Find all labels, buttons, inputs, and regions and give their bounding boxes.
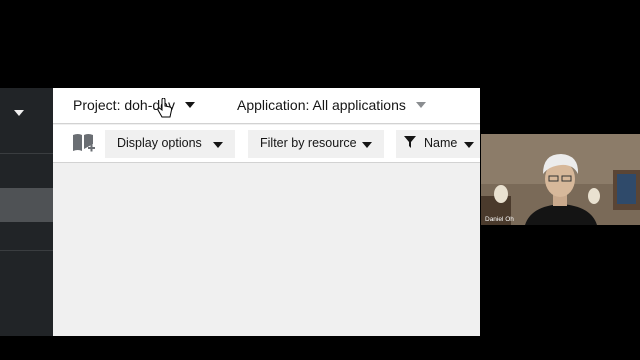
caret-down-icon	[184, 102, 195, 109]
participant-name: Daniel Oh	[485, 216, 514, 223]
caret-down-icon	[464, 142, 474, 148]
project-selector[interactable]: Project: doh-dev	[73, 97, 195, 113]
filter-icon	[404, 136, 416, 149]
context-bar: Project: doh-dev Application: All applic…	[53, 88, 480, 124]
perspective-switcher-caret-icon[interactable]	[14, 110, 24, 116]
name-filter-dropdown[interactable]: Name	[396, 130, 480, 158]
caret-down-icon	[213, 142, 223, 148]
nav-divider	[0, 153, 53, 154]
nav-item-selected[interactable]	[0, 188, 53, 222]
hand-cursor-icon	[157, 98, 173, 118]
display-options-dropdown[interactable]: Display options	[105, 130, 235, 158]
topology-toolbar: Display options Filter by resource Name	[53, 125, 480, 163]
application-selector-label: Application: All applications	[237, 97, 406, 113]
webcam-tile: Daniel Oh	[481, 134, 640, 225]
caret-down-icon	[415, 102, 426, 109]
name-filter-label: Name	[424, 136, 458, 150]
filter-by-resource-label: Filter by resource	[260, 136, 357, 150]
application-selector[interactable]: Application: All applications	[237, 97, 426, 113]
topology-panel: Project: doh-dev Application: All applic…	[53, 88, 480, 336]
filter-by-resource-dropdown[interactable]: Filter by resource	[248, 130, 384, 158]
topology-canvas[interactable]	[53, 164, 480, 336]
participant-video	[481, 134, 640, 225]
book-plus-icon[interactable]	[71, 132, 97, 156]
nav-divider	[0, 250, 53, 251]
screen: Project: doh-dev Application: All applic…	[0, 0, 640, 360]
caret-down-icon	[362, 142, 372, 148]
display-options-label: Display options	[117, 136, 202, 150]
